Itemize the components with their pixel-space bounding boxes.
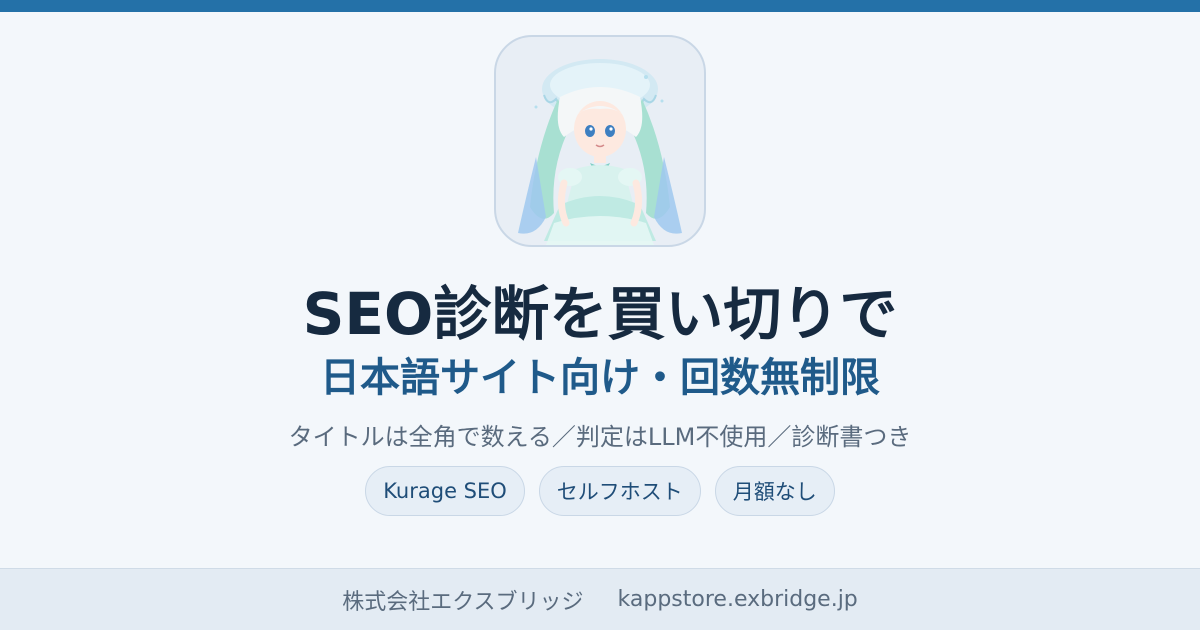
- feature-tagline: タイトルは全角で数える／判定はLLM不使用／診断書つき: [288, 423, 912, 451]
- page-title: SEO診断を買い切りで: [302, 280, 898, 348]
- tag-chips: Kurage SEO セルフホスト 月額なし: [0, 466, 1200, 516]
- chip-self-host: セルフホスト: [538, 466, 701, 516]
- chip-product-name: Kurage SEO: [365, 466, 525, 516]
- jellyfish-girl-avatar-icon: [518, 59, 682, 245]
- top-accent-bar: [0, 0, 1200, 12]
- footer-company: 株式会社エクスブリッジ: [342, 589, 584, 615]
- chip-no-monthly-fee: 月額なし: [714, 466, 835, 516]
- footer-url: kappstore.exbridge.jp: [617, 587, 858, 612]
- footer: 株式会社エクスブリッジ kappstore.exbridge.jp: [0, 568, 1200, 630]
- page-subtitle: 日本語サイト向け・回数無制限: [320, 355, 880, 401]
- avatar: [494, 35, 706, 247]
